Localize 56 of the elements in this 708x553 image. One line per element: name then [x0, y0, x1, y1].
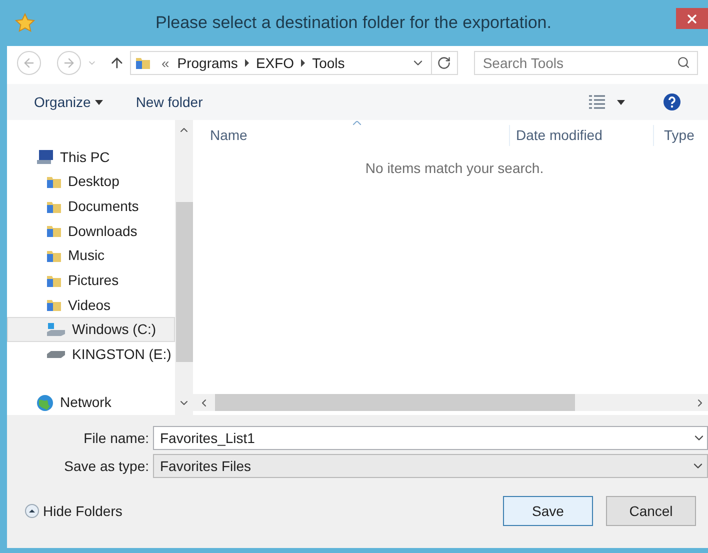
scrollbar-thumb[interactable]	[176, 202, 192, 362]
sidebar-item[interactable]: Pictures	[7, 268, 175, 293]
file-name-field[interactable]: Favorites_List1	[153, 426, 708, 450]
close-icon	[685, 12, 699, 26]
drive-icon	[46, 322, 66, 338]
caret-icon[interactable]	[617, 100, 625, 104]
forward-icon	[62, 56, 76, 70]
address-bar[interactable]: « Programs EXFO Tools	[130, 51, 458, 75]
search-field[interactable]: Search Tools	[474, 51, 698, 75]
empty-message: No items match your search.	[364, 159, 544, 178]
search-icon[interactable]	[677, 56, 690, 69]
close-button[interactable]	[676, 8, 708, 29]
help-icon[interactable]	[663, 93, 681, 111]
folder-icon	[46, 297, 62, 314]
scrollbar-thumb[interactable]	[215, 394, 575, 411]
new-folder-button[interactable]: New folder	[136, 92, 203, 112]
save-type-dropdown[interactable]: Favorites Files	[153, 454, 708, 478]
globe-icon	[36, 394, 54, 412]
breadcrumb[interactable]: EXFO	[256, 52, 294, 74]
computer-icon	[36, 149, 54, 166]
sidebar-item[interactable]: Network	[7, 390, 175, 416]
caret-icon	[94, 100, 103, 104]
view-options-icon[interactable]	[589, 95, 605, 109]
horizontal-scrollbar[interactable]	[193, 394, 708, 411]
up-icon[interactable]	[108, 55, 124, 71]
organize-button[interactable]: Organize	[34, 92, 103, 112]
refresh-icon[interactable]	[437, 56, 452, 70]
breadcrumb[interactable]: Tools	[312, 52, 345, 74]
sidebar-item[interactable]: Desktop	[7, 170, 175, 194]
file-name-label: File name:	[82, 428, 150, 448]
collapse-icon	[25, 504, 39, 518]
overflow-chevron[interactable]: «	[161, 52, 170, 74]
save-type-label: Save as type:	[63, 456, 150, 476]
sidebar-item[interactable]: Documents	[7, 194, 175, 219]
column-header[interactable]: Type	[653, 124, 694, 146]
separator-icon	[242, 59, 251, 67]
column-header[interactable]: Date modified	[509, 124, 653, 146]
folder-icon	[46, 223, 62, 240]
sidebar-item[interactable]: Music	[7, 244, 175, 268]
vertical-scrollbar[interactable]	[175, 120, 193, 415]
folder-icon	[135, 55, 152, 71]
window-title: Please select a destination folder for the exportation.	[154, 12, 552, 34]
column-header[interactable]: Name	[193, 124, 509, 146]
sidebar-item[interactable]: KINGSTON (E:)	[7, 342, 175, 367]
sidebar-item[interactable]: Downloads	[7, 218, 175, 244]
sidebar-item[interactable]: Videos	[7, 292, 175, 318]
star-icon	[15, 13, 35, 33]
cancel-button[interactable]: Cancel	[606, 496, 696, 526]
breadcrumb[interactable]: Programs	[177, 52, 238, 74]
hide-folders-button[interactable]: Hide Folders	[25, 500, 122, 522]
separator-icon	[299, 59, 308, 67]
sidebar-item[interactable]: Windows (C:)	[7, 317, 175, 342]
back-icon	[22, 56, 36, 70]
sidebar-item[interactable]: This PC	[7, 145, 175, 170]
save-button[interactable]: Save	[503, 496, 593, 526]
usb-drive-icon	[46, 348, 66, 360]
